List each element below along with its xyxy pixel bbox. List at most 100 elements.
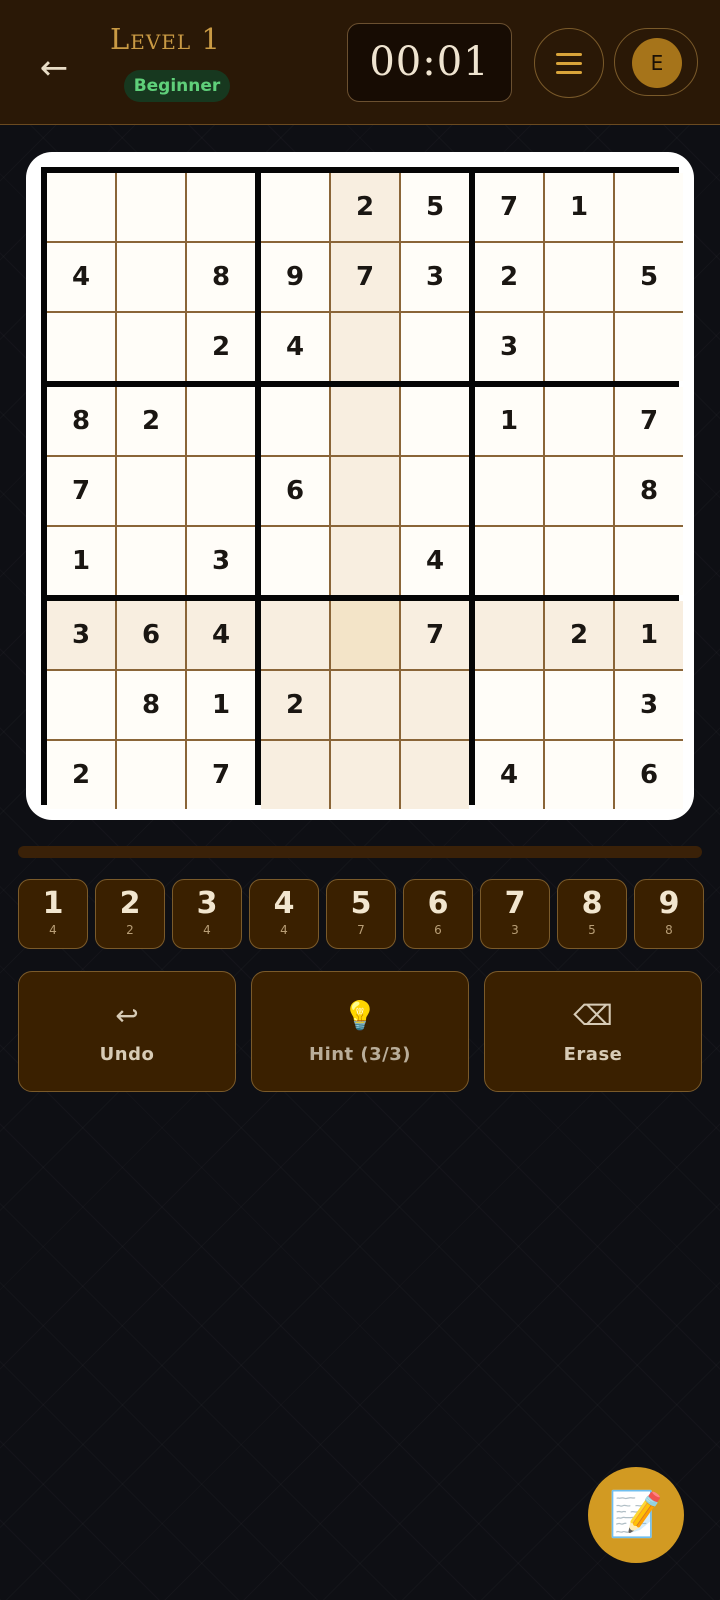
sudoku-cell[interactable]: 7	[47, 457, 115, 525]
sudoku-cell[interactable]	[117, 527, 185, 595]
sudoku-cell[interactable]	[117, 457, 185, 525]
sudoku-cell[interactable]: 6	[117, 601, 185, 669]
undo-button[interactable]: ↩ Undo	[18, 971, 236, 1092]
sudoku-cell[interactable]: 8	[187, 243, 255, 311]
sudoku-cell[interactable]	[331, 313, 399, 381]
sudoku-cell[interactable]	[261, 527, 329, 595]
sudoku-cell[interactable]: 3	[401, 243, 469, 311]
sudoku-cell[interactable]: 1	[187, 671, 255, 739]
number-key-8[interactable]: 8 5	[557, 879, 627, 949]
sudoku-cell[interactable]	[401, 671, 469, 739]
sudoku-cell[interactable]: 3	[47, 601, 115, 669]
sudoku-cell[interactable]	[545, 527, 613, 595]
sudoku-cell[interactable]	[47, 173, 115, 241]
sudoku-cell[interactable]: 7	[187, 741, 255, 809]
sudoku-cell[interactable]	[545, 741, 613, 809]
sudoku-cell[interactable]: 7	[615, 387, 683, 455]
sudoku-cell[interactable]: 7	[401, 601, 469, 669]
sudoku-cell[interactable]: 6	[261, 457, 329, 525]
sudoku-cell[interactable]	[117, 313, 185, 381]
profile-button[interactable]: E	[614, 28, 698, 96]
sudoku-cell[interactable]: 5	[401, 173, 469, 241]
sudoku-cell[interactable]: 4	[401, 527, 469, 595]
erase-button[interactable]: ⌫ Erase	[484, 971, 702, 1092]
number-key-digit: 1	[42, 886, 64, 921]
sudoku-cell[interactable]: 5	[615, 243, 683, 311]
sudoku-cell[interactable]	[475, 527, 543, 595]
sudoku-cell[interactable]	[545, 313, 613, 381]
sudoku-cell[interactable]: 2	[47, 741, 115, 809]
sudoku-cell[interactable]: 7	[331, 243, 399, 311]
sudoku-cell[interactable]	[401, 457, 469, 525]
undo-label: Undo	[99, 1044, 155, 1065]
sudoku-cell[interactable]: 1	[545, 173, 613, 241]
sudoku-cell[interactable]	[331, 457, 399, 525]
sudoku-cell[interactable]	[331, 527, 399, 595]
sudoku-cell[interactable]: 8	[615, 457, 683, 525]
sudoku-cell[interactable]	[401, 313, 469, 381]
sudoku-cell[interactable]: 4	[475, 741, 543, 809]
sudoku-cell[interactable]	[331, 741, 399, 809]
sudoku-cell[interactable]: 7	[475, 173, 543, 241]
sudoku-cell[interactable]: 3	[187, 527, 255, 595]
sudoku-cell[interactable]	[331, 671, 399, 739]
number-key-7[interactable]: 7 3	[480, 879, 550, 949]
number-key-9[interactable]: 9 8	[634, 879, 704, 949]
sudoku-cell[interactable]	[475, 671, 543, 739]
sudoku-cell[interactable]: 8	[47, 387, 115, 455]
sudoku-cell[interactable]: 3	[475, 313, 543, 381]
sudoku-cell[interactable]: 2	[545, 601, 613, 669]
sudoku-cell[interactable]: 2	[117, 387, 185, 455]
sudoku-cell[interactable]: 6	[615, 741, 683, 809]
sudoku-cell[interactable]	[187, 387, 255, 455]
sudoku-cell[interactable]	[401, 387, 469, 455]
sudoku-cell[interactable]	[615, 313, 683, 381]
sudoku-cell[interactable]	[117, 173, 185, 241]
notes-toggle-button[interactable]: 📝	[588, 1467, 684, 1563]
sudoku-cell[interactable]	[545, 387, 613, 455]
sudoku-cell[interactable]: 4	[187, 601, 255, 669]
number-key-6[interactable]: 6 6	[403, 879, 473, 949]
menu-button[interactable]	[534, 28, 604, 98]
sudoku-cell[interactable]	[261, 387, 329, 455]
sudoku-cell[interactable]	[261, 173, 329, 241]
number-key-5[interactable]: 5 7	[326, 879, 396, 949]
sudoku-cell[interactable]: 3	[615, 671, 683, 739]
hint-button[interactable]: 💡 Hint (3/3)	[251, 971, 469, 1092]
sudoku-cell[interactable]: 9	[261, 243, 329, 311]
sudoku-cell[interactable]	[615, 527, 683, 595]
sudoku-cell[interactable]: 1	[47, 527, 115, 595]
sudoku-cell[interactable]: 1	[475, 387, 543, 455]
sudoku-cell[interactable]	[545, 457, 613, 525]
sudoku-cell[interactable]	[117, 243, 185, 311]
number-key-1[interactable]: 1 4	[18, 879, 88, 949]
sudoku-cell[interactable]	[401, 741, 469, 809]
sudoku-cell[interactable]	[261, 741, 329, 809]
sudoku-cell[interactable]: 1	[615, 601, 683, 669]
sudoku-cell[interactable]	[117, 741, 185, 809]
sudoku-cell[interactable]: 2	[261, 671, 329, 739]
sudoku-cell[interactable]: 2	[187, 313, 255, 381]
sudoku-cell[interactable]	[331, 601, 399, 669]
number-key-4[interactable]: 4 4	[249, 879, 319, 949]
sudoku-cell[interactable]	[615, 173, 683, 241]
sudoku-cell[interactable]	[187, 173, 255, 241]
sudoku-cell[interactable]	[187, 457, 255, 525]
sudoku-cell[interactable]	[47, 313, 115, 381]
sudoku-cell[interactable]: 4	[47, 243, 115, 311]
number-key-3[interactable]: 3 4	[172, 879, 242, 949]
sudoku-cell[interactable]	[47, 671, 115, 739]
number-key-2[interactable]: 2 2	[95, 879, 165, 949]
sudoku-cell[interactable]	[331, 387, 399, 455]
sudoku-cell[interactable]	[545, 671, 613, 739]
sudoku-cell[interactable]: 4	[261, 313, 329, 381]
sudoku-cell[interactable]	[475, 457, 543, 525]
timer-display: 00:01	[347, 23, 512, 102]
back-arrow-icon[interactable]: ←	[30, 44, 78, 92]
sudoku-cell[interactable]	[545, 243, 613, 311]
sudoku-cell[interactable]: 8	[117, 671, 185, 739]
sudoku-cell[interactable]	[261, 601, 329, 669]
sudoku-cell[interactable]: 2	[331, 173, 399, 241]
sudoku-cell[interactable]: 2	[475, 243, 543, 311]
sudoku-cell[interactable]	[475, 601, 543, 669]
